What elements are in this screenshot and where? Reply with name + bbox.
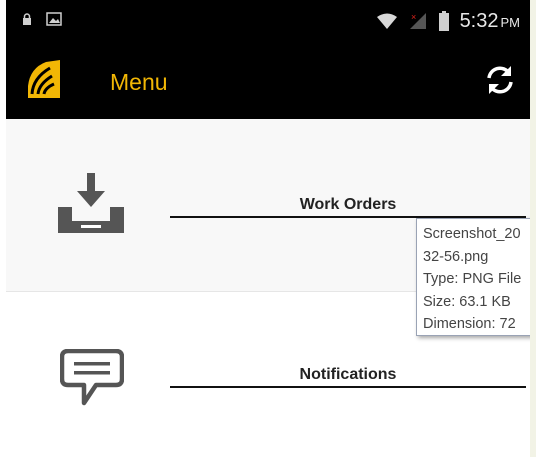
svg-text:×: × <box>411 12 416 22</box>
header-title: Menu <box>110 69 168 95</box>
right-edge <box>530 0 536 457</box>
gallery-icon <box>46 12 62 26</box>
status-bar: × 5:32 PM <box>6 0 530 42</box>
file-info-tooltip: Screenshot_20 32-56.png Type: PNG File S… <box>416 218 536 336</box>
refresh-icon[interactable] <box>482 62 518 98</box>
tooltip-line: Size: 63.1 KB <box>423 293 511 310</box>
battery-icon <box>438 11 449 31</box>
menu-item-label: Work Orders <box>299 196 397 213</box>
speech-bubble-icon <box>60 349 124 406</box>
tooltip-line: Screenshot_20 <box>423 226 521 242</box>
download-tray-icon <box>58 173 124 233</box>
tooltip-line: Type: PNG File <box>423 271 522 287</box>
wifi-wave-logo[interactable] <box>24 58 64 100</box>
notifications-label-wrap: Notifications <box>170 366 526 388</box>
status-ampm: PM <box>500 15 521 30</box>
tooltip-line: 32-56.png <box>423 248 489 265</box>
wifi-icon <box>376 13 397 29</box>
app-header: Menu <box>6 42 530 119</box>
signal-icon: × <box>409 12 426 29</box>
app-screen: × 5:32 PM Menu Work Orders Notifications… <box>0 0 536 457</box>
work-orders-label-wrap: Work Orders <box>170 196 526 218</box>
status-time: 5:32 <box>459 10 499 32</box>
tooltip-line: Dimension: 72 <box>423 316 516 332</box>
lock-icon <box>23 13 31 25</box>
menu-item-label: Notifications <box>299 366 397 383</box>
